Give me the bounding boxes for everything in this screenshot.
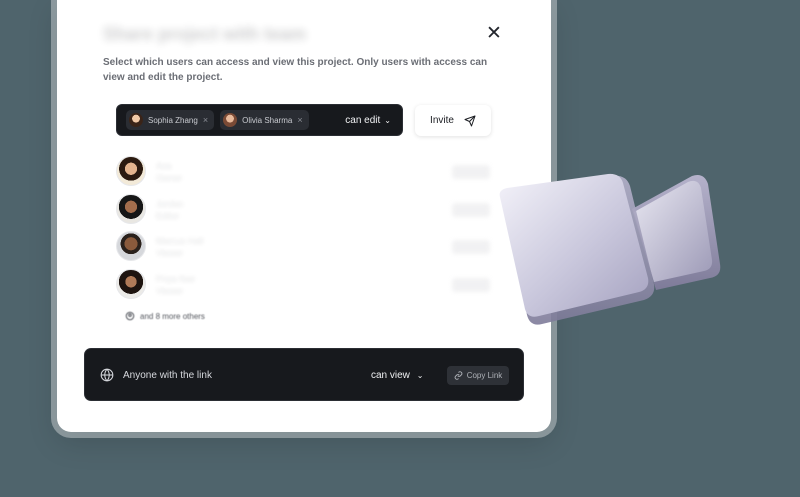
share-dialog: Share project with team ✕ Select which u… <box>57 0 551 432</box>
permission-label: can edit <box>345 114 381 126</box>
dialog-description: Select which users can access and view t… <box>103 57 488 83</box>
user-chip-sophia: Sophia Zhang × <box>126 110 215 130</box>
remove-chip-icon[interactable]: × <box>203 115 208 125</box>
avatar <box>129 113 143 127</box>
globe-icon <box>100 368 114 382</box>
invite-button[interactable]: Invite <box>415 105 491 136</box>
user-name: Priya Nair <box>156 274 196 284</box>
avatar <box>223 113 238 127</box>
user-role: Owner <box>156 173 183 183</box>
invite-input[interactable]: Sophia Zhang × Olivia Sharma × can edit … <box>116 104 403 136</box>
list-item: Jordan Editor <box>116 194 496 226</box>
dialog-title: Share project with team <box>103 24 307 44</box>
chevron-down-icon: ⌄ <box>384 115 391 125</box>
share-link-bar: Anyone with the link can view ⌄ Copy Lin… <box>84 348 524 401</box>
user-role: Viewer <box>156 286 184 296</box>
avatar <box>116 231 146 261</box>
link-icon <box>454 371 463 380</box>
user-name: Ava <box>156 161 172 171</box>
user-name: Jordan <box>156 199 184 209</box>
user-chip-olivia: Olivia Sharma × <box>220 110 309 130</box>
chip-label: Olivia Sharma <box>242 115 293 125</box>
remove-chip-icon[interactable]: × <box>297 115 302 125</box>
invite-label: Invite <box>430 115 454 126</box>
link-permission-dropdown[interactable]: can view ⌄ <box>371 370 423 381</box>
invite-permission-dropdown[interactable]: can edit ⌄ <box>345 105 391 135</box>
list-item: Priya Nair Viewer <box>116 269 496 301</box>
list-item: Ava Owner <box>116 156 496 188</box>
permission-label: can view <box>371 370 410 381</box>
link-access-label: Anyone with the link <box>123 370 212 381</box>
more-users-link[interactable]: and 8 more others <box>125 311 205 321</box>
avatar <box>116 156 146 186</box>
user-role: Viewer <box>156 248 184 258</box>
avatar <box>116 194 146 224</box>
more-users-label: and 8 more others <box>140 311 205 321</box>
chip-label: Sophia Zhang <box>148 115 198 125</box>
copy-link-label: Copy Link <box>466 371 503 380</box>
copy-link-button[interactable]: Copy Link <box>447 366 509 385</box>
avatar <box>116 269 146 299</box>
chevron-down-icon: ⌄ <box>416 371 424 380</box>
close-icon[interactable]: ✕ <box>485 24 503 43</box>
video-camera-icon <box>499 173 721 325</box>
user-role: Editor <box>156 211 180 221</box>
user-name: Marcus Hall <box>156 236 204 246</box>
send-icon <box>464 115 476 126</box>
users-icon <box>125 311 135 321</box>
list-item: Marcus Hall Viewer <box>116 231 496 263</box>
